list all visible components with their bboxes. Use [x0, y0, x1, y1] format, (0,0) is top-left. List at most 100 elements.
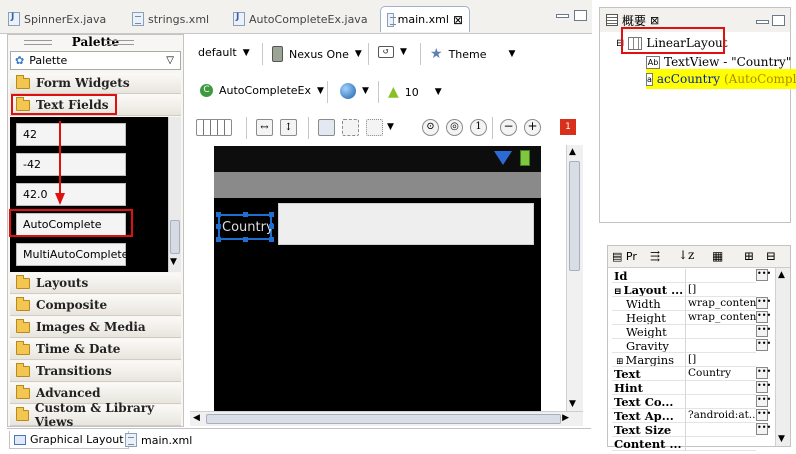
scroll-right-icon[interactable]: ▶: [562, 413, 569, 423]
property-value[interactable]: [686, 381, 756, 395]
property-row[interactable]: ⊞ Margins[]: [612, 353, 770, 367]
canvas-horizontal-scrollbar[interactable]: ◀ ▶: [190, 411, 583, 426]
more-options-icon[interactable]: •••: [756, 381, 771, 393]
orientation-select[interactable]: ↺ ▼: [378, 46, 407, 58]
property-row[interactable]: ⊟ Layout ...[]: [612, 283, 770, 297]
resize-handle[interactable]: [269, 224, 274, 229]
properties-tab[interactable]: ▤ Pr: [612, 250, 637, 263]
more-options-icon[interactable]: •••: [756, 367, 771, 379]
maximize-icon[interactable]: [772, 15, 785, 26]
property-value[interactable]: [686, 339, 756, 353]
advanced-icon[interactable]: ▦: [712, 249, 723, 263]
tab-spinnerex-java[interactable]: SpinnerEx.java: [8, 6, 106, 32]
resize-handle[interactable]: [216, 237, 221, 242]
scroll-down-icon[interactable]: ▼: [778, 434, 785, 444]
category-composite[interactable]: Composite: [10, 295, 181, 316]
tab-strings-xml[interactable]: strings.xml: [132, 6, 209, 32]
property-row[interactable]: Content ...: [612, 437, 770, 451]
property-value[interactable]: []: [686, 353, 756, 367]
category-images-media[interactable]: Images & Media: [10, 317, 181, 338]
minimize-icon[interactable]: [756, 20, 769, 24]
maximize-icon[interactable]: [574, 10, 587, 21]
tree-item-textview-country[interactable]: Ab TextView - "Country": [646, 55, 791, 69]
zoom-out-icon[interactable]: −: [500, 119, 517, 136]
category-form-widgets[interactable]: Form Widgets: [10, 73, 181, 94]
category-custom-library-views[interactable]: Custom & Library Views: [10, 401, 181, 429]
more-options-icon[interactable]: •••: [756, 423, 771, 435]
resize-handle[interactable]: [216, 212, 221, 217]
more-options-icon[interactable]: •••: [756, 395, 771, 407]
tree-item-accountry[interactable]: a acCountry (AutoComple: [646, 69, 796, 89]
minimize-icon[interactable]: [556, 14, 569, 18]
property-row[interactable]: Text Size •••: [612, 423, 771, 437]
zoom-100-icon[interactable]: 1: [470, 119, 487, 136]
scroll-left-icon[interactable]: ◀: [193, 413, 200, 423]
layout-horizontal-icon[interactable]: [196, 119, 232, 136]
property-row[interactable]: Text Country •••: [612, 367, 771, 381]
close-view-icon[interactable]: ⊠: [650, 14, 659, 27]
tab-main-xml[interactable]: main.xml ⊠: [380, 6, 470, 32]
resize-handle[interactable]: [243, 237, 248, 242]
margins-icon[interactable]: [342, 119, 359, 136]
property-row[interactable]: Gravity •••: [612, 339, 771, 353]
error-badge-icon[interactable]: 1: [560, 119, 576, 135]
drag-grip-icon[interactable]: [24, 40, 52, 45]
expand-all-icon[interactable]: ⊞: [744, 249, 754, 263]
tab-xml-source[interactable]: main.xml: [121, 431, 196, 449]
scroll-thumb[interactable]: [170, 220, 180, 254]
property-value[interactable]: Country: [686, 367, 756, 381]
more-options-icon[interactable]: •••: [756, 269, 771, 281]
more-options-icon[interactable]: •••: [756, 297, 771, 309]
locale-select[interactable]: ▼: [340, 83, 369, 99]
scroll-down-icon[interactable]: ▼: [569, 399, 576, 409]
scroll-up-icon[interactable]: ▲: [569, 147, 576, 157]
fill-height-icon[interactable]: ↕: [280, 119, 297, 136]
property-row[interactable]: Id •••: [612, 269, 771, 283]
autocomplete-textview-preview[interactable]: [278, 203, 534, 245]
filter-icon[interactable]: ⇶: [650, 249, 660, 263]
palette-mode-select[interactable]: ✿ Palette ▽: [10, 51, 181, 70]
sort-az-icon[interactable]: ↓z: [678, 248, 694, 262]
properties-scrollbar[interactable]: ▲ ▼: [775, 268, 790, 446]
resize-handle[interactable]: [269, 212, 274, 217]
scroll-thumb[interactable]: [206, 414, 561, 424]
zoom-in-icon[interactable]: +: [524, 119, 541, 136]
property-row[interactable]: Width wrap_content •••: [612, 297, 771, 311]
expand-icon[interactable]: ⊞: [616, 357, 624, 366]
fill-width-icon[interactable]: ↔: [256, 119, 273, 136]
category-transitions[interactable]: Transitions: [10, 361, 181, 382]
property-value[interactable]: wrap_content: [686, 311, 756, 325]
more-options-icon[interactable]: •••: [756, 325, 771, 337]
drag-grip-icon[interactable]: [106, 40, 134, 45]
scroll-up-icon[interactable]: ▲: [778, 270, 785, 280]
property-value[interactable]: wrap_content: [686, 297, 756, 311]
resize-handle[interactable]: [243, 212, 248, 217]
theme-select[interactable]: ★ Theme ▼: [430, 46, 515, 62]
collapse-icon[interactable]: ⊟: [614, 287, 622, 296]
more-options-icon[interactable]: •••: [756, 409, 771, 421]
category-time-date[interactable]: Time & Date: [10, 339, 181, 360]
tab-autocompleteex-java[interactable]: AutoCompleteEx.java: [233, 6, 368, 32]
dropdown-arrow-icon[interactable]: ▼: [387, 122, 394, 132]
widget-multiautocomplete[interactable]: MultiAutoComplete: [16, 243, 128, 266]
collapse-all-icon[interactable]: ⊟: [766, 249, 776, 263]
property-value[interactable]: [686, 269, 756, 283]
property-row[interactable]: Text Co... •••: [612, 395, 771, 409]
property-row[interactable]: Text Ap... ?android:at... •••: [612, 409, 771, 423]
property-value[interactable]: ?android:at...: [686, 409, 756, 423]
property-value[interactable]: [686, 395, 756, 409]
zoom-fit-icon[interactable]: ⊙: [422, 119, 439, 136]
zoom-real-icon[interactable]: ◎: [446, 119, 463, 136]
gravity-icon[interactable]: [366, 119, 383, 136]
palette-scrollbar[interactable]: ▼: [168, 117, 181, 272]
config-select[interactable]: default ▼: [198, 46, 250, 59]
property-row[interactable]: Height wrap_content •••: [612, 311, 771, 325]
resize-handle[interactable]: [269, 237, 274, 242]
api-level-select[interactable]: ▲ 10 ▼: [388, 84, 442, 100]
canvas-vertical-scrollbar[interactable]: ▲ ▼: [566, 145, 583, 411]
more-options-icon[interactable]: •••: [756, 311, 771, 323]
textview-country-preview[interactable]: Country: [216, 212, 274, 242]
category-layouts[interactable]: Layouts: [10, 273, 181, 294]
device-select[interactable]: Nexus One ▼: [272, 46, 362, 62]
tab-graphical-layout[interactable]: Graphical Layout: [9, 431, 129, 449]
